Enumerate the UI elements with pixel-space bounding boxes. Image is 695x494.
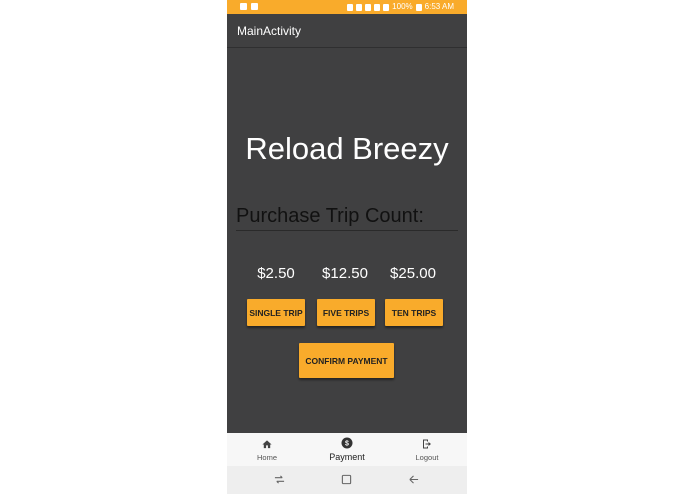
app-title: MainActivity [237, 24, 302, 38]
price-single-trip: $2.50 [257, 265, 295, 282]
sim-notification-icon [251, 3, 258, 10]
bottom-navigation: Home $ Payment Logout [227, 433, 467, 466]
phone-screen: 100% 6:53 AM MainActivity Reload Breezy … [227, 0, 467, 494]
bluetooth-icon [347, 3, 354, 11]
image-notification-icon [240, 3, 247, 10]
app-bar: MainActivity [227, 14, 467, 48]
dollar-icon: $ [341, 437, 353, 449]
nav-label-home: Home [256, 453, 277, 462]
system-navigation-bar [227, 466, 467, 494]
logout-icon [423, 439, 431, 449]
signal-icon [383, 3, 390, 11]
clock: 6:53 AM [424, 2, 454, 11]
nav-label-payment: Payment [329, 452, 365, 462]
confirm-payment-button[interactable]: CONFIRM PAYMENT [299, 343, 394, 378]
vibrate-icon [356, 3, 363, 11]
price-ten-trips: $25.00 [390, 265, 436, 282]
battery-percent: 100% [392, 2, 413, 11]
price-five-trips: $12.50 [322, 265, 368, 282]
notification-icons [240, 3, 258, 10]
status-bar: 100% 6:53 AM [227, 0, 467, 14]
nav-item-logout[interactable]: Logout [387, 433, 467, 466]
back-icon[interactable] [408, 474, 419, 485]
five-trips-button[interactable]: FIVE TRIPS [317, 299, 375, 326]
trip-count-field[interactable]: Purchase Trip Count: [236, 203, 458, 231]
battery-icon [415, 3, 422, 11]
single-trip-button[interactable]: SINGLE TRIP [247, 299, 305, 326]
home-square-icon[interactable] [341, 474, 352, 485]
status-indicators: 100% 6:53 AM [347, 2, 454, 12]
nav-item-payment[interactable]: $ Payment [307, 433, 387, 466]
ten-trips-button[interactable]: TEN TRIPS [385, 299, 443, 326]
svg-text:$: $ [345, 441, 349, 448]
wifi-icon [374, 3, 381, 11]
page-heading: Reload Breezy [245, 131, 449, 166]
nav-item-home[interactable]: Home [227, 433, 307, 466]
nav-label-logout: Logout [415, 453, 439, 462]
home-icon [262, 440, 272, 449]
nfc-icon [365, 3, 372, 11]
recents-icon[interactable] [274, 474, 285, 485]
